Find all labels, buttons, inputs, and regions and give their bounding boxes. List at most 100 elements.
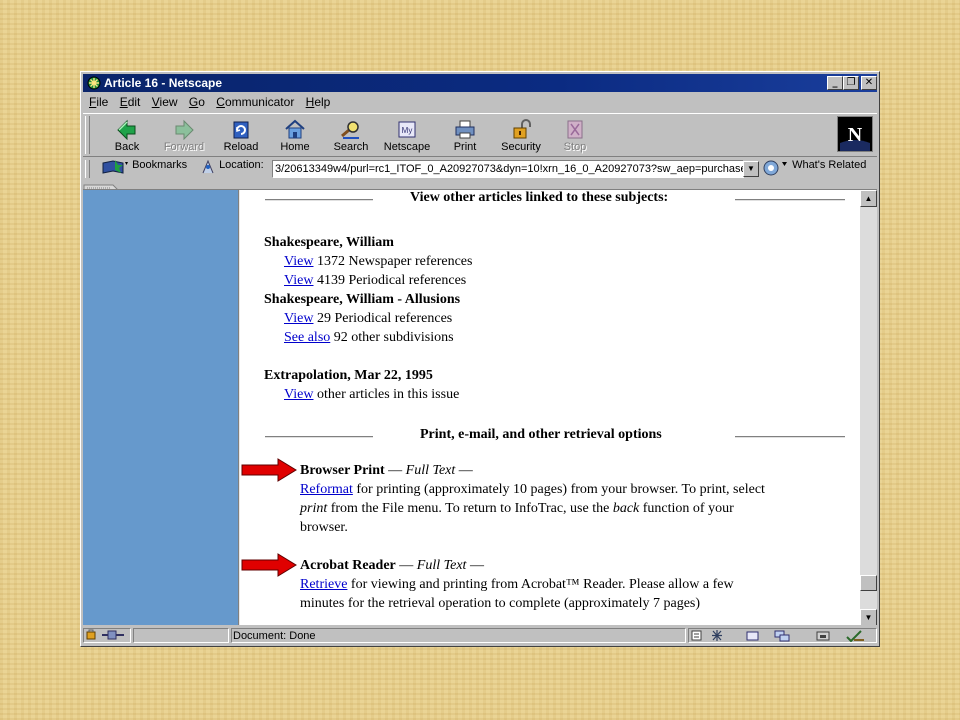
whats-related-button[interactable]: What's Related [763, 159, 866, 177]
collapsed-toolbar-tab[interactable] [83, 180, 877, 193]
print-button[interactable]: Print [439, 116, 491, 154]
home-icon [285, 119, 305, 139]
section-header-linked-subjects: View other articles linked to these subj… [410, 190, 669, 205]
vertical-scrollbar[interactable]: ▲ ▼ [860, 190, 877, 625]
bookmarks-label: Bookmarks [132, 158, 188, 171]
left-frame [83, 190, 238, 625]
view-link[interactable]: View [284, 311, 313, 326]
menu-go[interactable]: Go [189, 93, 205, 111]
back-icon [117, 119, 136, 140]
minimize-button[interactable]: _ [827, 76, 843, 90]
netscape-app-icon [87, 76, 101, 90]
description-text: for viewing and printing from Acrobat™ R… [347, 577, 734, 592]
view-link[interactable]: View [284, 273, 313, 288]
title-bar[interactable]: Article 16 - Netscape _ ❐ ✕ [83, 74, 877, 92]
close-button[interactable]: ✕ [861, 76, 877, 90]
netscape-logo[interactable]: N [837, 116, 873, 152]
whats-related-icon [763, 160, 787, 176]
security-icon [513, 119, 531, 139]
home-button[interactable]: Home [269, 116, 321, 154]
url-dropdown-button[interactable]: ▼ [743, 161, 759, 177]
browser-print-title: Browser Print — Full Text — [300, 461, 473, 480]
back-button[interactable]: Back [101, 116, 153, 154]
dash: — [384, 463, 406, 478]
status-message: Document: Done [233, 630, 316, 642]
bookmarks-icon [102, 160, 128, 174]
home-label: Home [280, 141, 310, 153]
back-label: Back [114, 141, 140, 153]
netscape-icon: My [398, 121, 416, 138]
reload-button[interactable]: Reload [215, 116, 267, 154]
header-rule-left [265, 436, 373, 438]
netscape-logo-icon: N [838, 117, 872, 151]
stop-icon [567, 120, 583, 139]
netscape-button[interactable]: My Netscape [381, 116, 433, 154]
entry-text: 4139 Periodical references [313, 273, 467, 288]
description-text: back [612, 501, 640, 516]
view-link[interactable]: View [284, 254, 313, 269]
browser-print-line: browser. [300, 520, 348, 535]
whats-related-label: What's Related [792, 158, 867, 171]
bookmarks-button[interactable]: Bookmarks [101, 159, 187, 177]
full-text-label: Full Text [405, 463, 456, 478]
url-input[interactable]: 3/20613349w4/purl=rc1_ITOF_0_A20927073&d… [272, 160, 744, 178]
status-bar: Document: Done [83, 627, 877, 645]
subject-heading: Shakespeare, William [264, 235, 394, 250]
forward-button[interactable]: Forward [158, 116, 210, 154]
section-header-retrieval: Print, e-mail, and other retrieval optio… [420, 427, 662, 442]
search-button[interactable]: Search [325, 116, 377, 154]
subject-entry: See also 92 other subdivisions [284, 328, 454, 347]
acrobat-reader-line: minutes for the retrieval operation to c… [300, 596, 701, 611]
security-label: Security [501, 141, 541, 153]
location-icon[interactable] [200, 159, 216, 175]
retrieve-link[interactable]: Retrieve [300, 577, 347, 592]
subject-heading: Shakespeare, William - Allusions [264, 292, 461, 307]
forward-icon [175, 119, 194, 140]
menu-communicator[interactable]: Communicator [216, 93, 294, 111]
scroll-down-button[interactable]: ▼ [860, 609, 877, 625]
dash: — [455, 463, 473, 478]
reload-label: Reload [223, 141, 259, 153]
header-rule-right [735, 199, 845, 201]
full-text-label: Full Text [416, 558, 467, 573]
svg-text:My: My [402, 126, 413, 135]
scroll-thumb[interactable] [860, 575, 877, 591]
menu-file[interactable]: File [89, 93, 108, 111]
forward-label: Forward [163, 141, 205, 153]
subject-entry: View 1372 Newspaper references [284, 252, 472, 271]
entry-text: 1372 Newspaper references [313, 254, 473, 269]
security-status-panel[interactable] [83, 628, 131, 643]
menu-view[interactable]: View [152, 93, 178, 111]
option-title: Acrobat Reader [300, 558, 396, 573]
entry-text: 29 Periodical references [313, 311, 453, 326]
content-area: View other articles linked to these subj… [83, 189, 877, 625]
option-title: Browser Print [300, 463, 385, 478]
stop-button[interactable]: Stop [549, 116, 601, 154]
security-button[interactable]: Security [495, 116, 547, 154]
article-document: View other articles linked to these subj… [240, 190, 860, 625]
description-text: from the File menu. To return to InfoTra… [327, 501, 613, 516]
menu-help[interactable]: Help [306, 93, 331, 111]
netscape-window: Article 16 - Netscape _ ❐ ✕ File Edit Vi… [80, 71, 880, 647]
location-toolbar: Bookmarks Location: 3/20613349w4/purl=rc… [83, 158, 877, 180]
description-text: function of your [639, 501, 734, 516]
entry-text: other articles in this issue [313, 387, 460, 402]
toolbar-grip[interactable] [85, 116, 90, 154]
see-also-link[interactable]: See also [284, 330, 330, 345]
maximize-button[interactable]: ❐ [843, 76, 859, 90]
component-bar [688, 628, 877, 643]
netscape-label: Netscape [383, 141, 431, 153]
issue-entry: View other articles in this issue [284, 385, 459, 404]
acrobat-reader-line: Retrieve for viewing and printing from A… [300, 575, 734, 594]
location-grip[interactable] [85, 160, 90, 178]
connection-status-icon [86, 629, 124, 640]
menu-edit[interactable]: Edit [120, 93, 141, 111]
red-arrow-icon [241, 458, 297, 482]
scroll-up-button[interactable]: ▲ [860, 190, 877, 207]
reload-icon [233, 121, 249, 139]
reformat-link[interactable]: Reformat [300, 482, 353, 497]
view-issue-link[interactable]: View [284, 387, 313, 402]
header-rule-left [265, 199, 373, 201]
description-text: for printing (approximately 10 pages) fr… [352, 482, 765, 497]
acrobat-reader-title: Acrobat Reader — Full Text — [300, 556, 484, 575]
